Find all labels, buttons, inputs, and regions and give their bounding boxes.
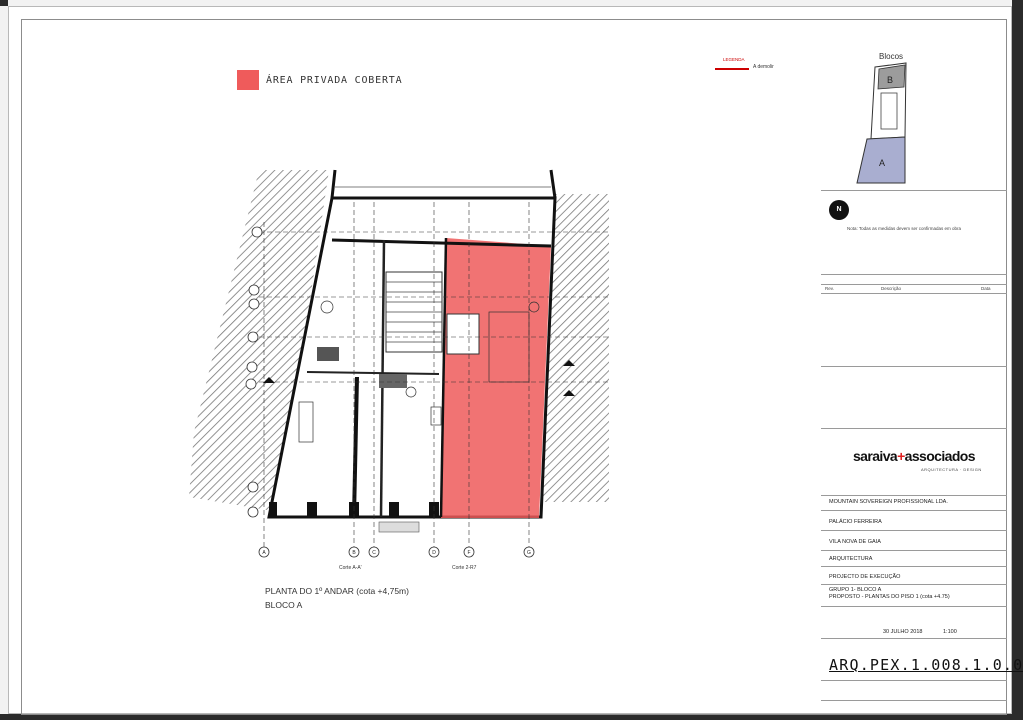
legend-demolish-line [715,68,749,70]
drawing-scale: 1:100 [943,629,957,635]
revision-col-rev: Rev. [825,286,834,291]
revision-col-date: Data [981,286,991,291]
legend-mini-title: LEGENDA [723,57,745,62]
grid-label: F [467,550,470,556]
title-block-note: Nota: Todas as medidas devem ser confirm… [847,226,961,231]
drawing-code: ARQ.PEX.1.008.1.0.0.A [829,656,1023,674]
cut-label-a: Corte A-A' [339,565,362,571]
blocks-key-diagram: B A [856,62,907,184]
block-b-label: B [887,75,893,85]
title-block: N Nota: Todas as medidas devem ser confi… [821,190,1023,715]
legend-mini-desc: A demolir [753,64,774,70]
revision-col-desc: Descrição [881,286,902,291]
site-name: VILA NOVA DE GAIA [829,539,881,545]
speciality: ARQUITECTURA [829,556,873,562]
legend-label: ÁREA PRIVADA COBERTA [266,75,403,86]
client-name: MOUNTAIN SOVEREIGN PROFISSIONAL LDA. [829,499,948,505]
floor-plan: A B C D F G [189,169,609,558]
firm-subtitle: ARQUITECTURA · DESIGN [921,467,982,472]
firm-logo: saraiva+associados [853,448,976,464]
north-arrow-icon: N [829,200,849,220]
drawing-date: 30 JULHO 2018 [883,629,923,635]
grid-label: D [432,550,436,556]
block-a-label: A [879,158,885,168]
private-area-highlight [441,238,551,518]
sheet-desc-line1: GRUPO 1- BLOCO A [829,587,882,593]
legend-swatch-private-area [237,70,259,90]
firm-name: saraiva [853,448,898,464]
plan-title: PLANTA DO 1º ANDAR (cota +4,75m) BLOCO A [265,584,409,612]
legend-mini: LEGENDA A demolir [715,57,793,73]
location-name: PALÁCIO FERREIRA [829,519,882,525]
pdf-viewer: ÁREA PRIVADA COBERTA LEGENDA A demolir B… [0,0,1023,720]
project-phase: PROJECTO DE EXECUÇÃO [829,574,901,580]
cut-label-b: Corte 2-R7 [452,565,477,571]
grid-label: G [527,550,531,556]
sheet-desc-line2: PROPOSTO - PLANTAS DO PISO 1 (cota +4.75… [829,594,950,600]
plan-title-line1: PLANTA DO 1º ANDAR (cota +4,75m) [265,586,409,596]
drawing-sheet: ÁREA PRIVADA COBERTA LEGENDA A demolir B… [8,6,1023,715]
grid-label: C [372,550,376,556]
firm-name2: associados [904,448,976,464]
firm-plus: + [897,448,905,464]
plan-title-line2: BLOCO A [265,600,303,610]
